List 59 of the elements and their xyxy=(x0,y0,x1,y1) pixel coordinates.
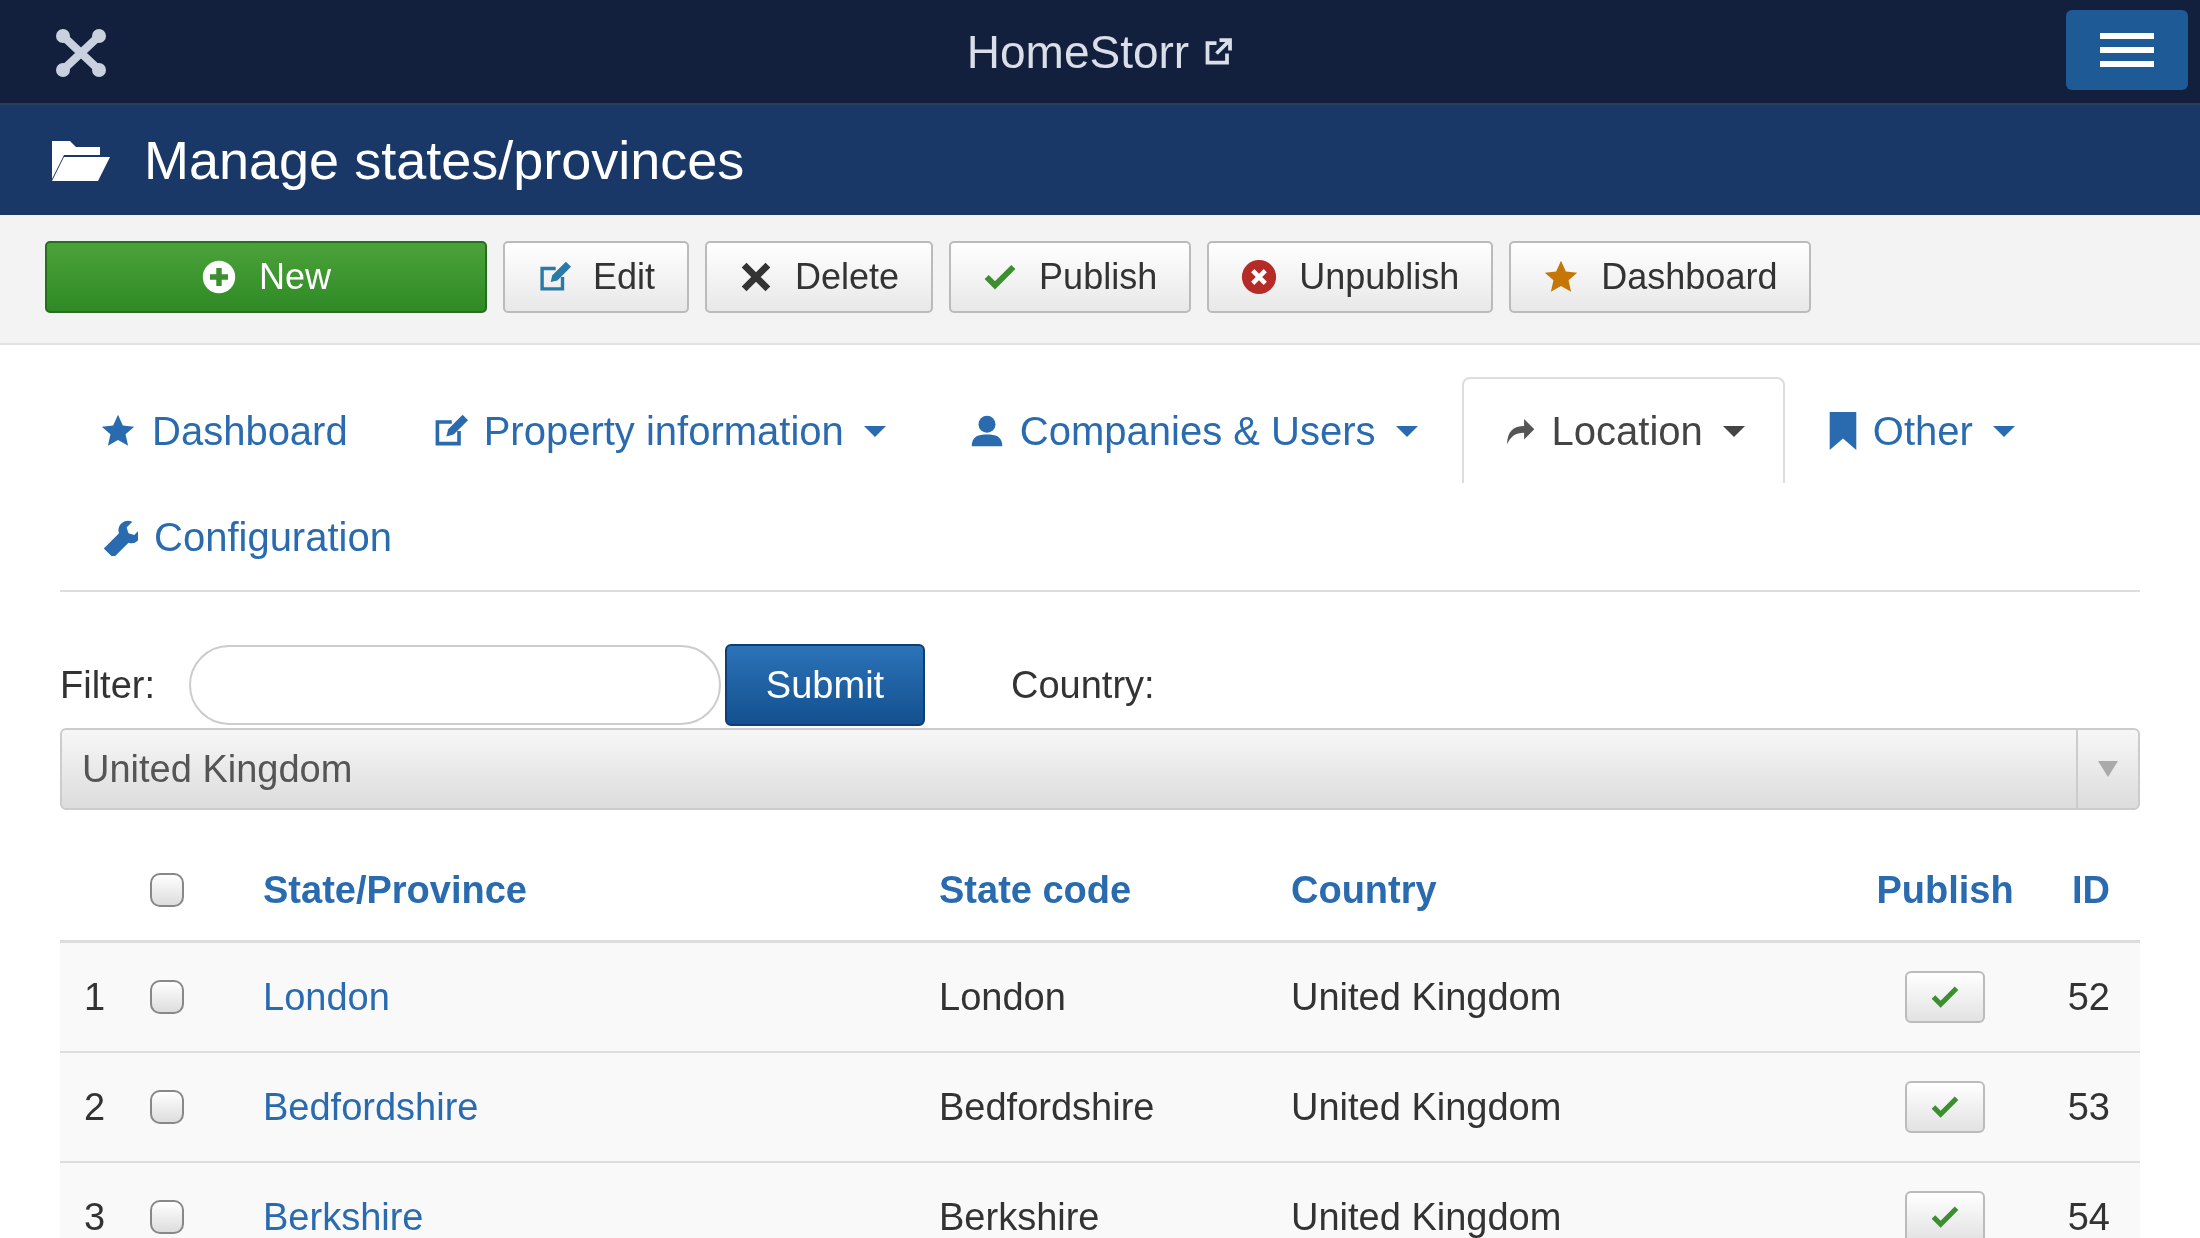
country-label: Country: xyxy=(1011,663,1155,707)
row-number: 2 xyxy=(83,1085,107,1129)
table-cell-text: 54 xyxy=(2066,1195,2111,1238)
state-link[interactable]: Berkshire xyxy=(263,1195,939,1238)
publish-toggle[interactable] xyxy=(1905,971,1985,1023)
bookmark-icon xyxy=(1828,412,1857,450)
table-cell-text: 53 xyxy=(2066,1085,2111,1129)
menu-icon xyxy=(2100,32,2154,68)
menu-button[interactable] xyxy=(2066,10,2188,90)
new-button[interactable]: New xyxy=(45,241,487,313)
nav-tab[interactable]: Property information xyxy=(391,377,926,483)
check-icon xyxy=(983,262,1018,292)
publish-toggle[interactable] xyxy=(1905,1191,1985,1238)
row-checkbox[interactable] xyxy=(150,980,184,1014)
unpublish-button[interactable]: Unpublish xyxy=(1207,241,1494,313)
site-link[interactable]: HomeStorr xyxy=(966,24,1234,79)
filter-label: Filter: xyxy=(60,663,155,707)
publish-toggle[interactable] xyxy=(1905,1081,1985,1133)
table-cell-text: Berkshire xyxy=(939,1195,1101,1238)
nav-tab[interactable]: Companies & Users xyxy=(929,377,1458,483)
state-link[interactable]: Bedfordshire xyxy=(263,1085,939,1129)
table-cell-text: United Kingdom xyxy=(1291,975,1563,1019)
logo-icon[interactable] xyxy=(55,28,107,78)
edit-icon xyxy=(537,260,571,294)
table-cell-text: Bedfordshire xyxy=(939,1085,1156,1129)
check-icon xyxy=(1930,984,1960,1010)
nav-tab[interactable]: Other xyxy=(1788,377,2055,483)
table-cell-text: 52 xyxy=(2066,975,2111,1019)
external-link-icon xyxy=(1203,36,1234,67)
nav-tab[interactable]: Configuration xyxy=(60,483,432,589)
state-link[interactable]: London xyxy=(263,975,939,1019)
table-cell-text: United Kingdom xyxy=(1291,1195,1563,1238)
check-icon xyxy=(1930,1094,1960,1120)
nav-tab[interactable]: Location xyxy=(1461,377,1785,483)
country-dropdown[interactable]: United Kingdom xyxy=(60,728,2140,810)
delete-button[interactable]: Delete xyxy=(705,241,934,313)
column-header[interactable]: Publish xyxy=(1860,868,2030,912)
nav-tab[interactable]: Dashboard xyxy=(60,377,388,483)
person-icon xyxy=(969,414,1004,448)
row-number: 1 xyxy=(83,975,107,1019)
column-header[interactable]: ID xyxy=(2030,868,2140,912)
row-checkbox[interactable] xyxy=(150,1200,184,1234)
column-header[interactable]: Country xyxy=(1291,868,1860,912)
dropdown-arrow-icon xyxy=(2098,761,2118,777)
column-header[interactable]: State/Province xyxy=(263,868,939,912)
publish-button[interactable]: Publish xyxy=(949,241,1192,313)
row-checkbox[interactable] xyxy=(150,1090,184,1124)
plus-circle-icon xyxy=(201,259,237,295)
select-all-checkbox[interactable] xyxy=(150,873,184,907)
check-icon xyxy=(1930,1204,1960,1230)
row-number: 3 xyxy=(83,1195,107,1238)
column-header[interactable]: State code xyxy=(939,868,1291,912)
table-cell-text: London xyxy=(939,975,1067,1019)
edit-button[interactable]: Edit xyxy=(503,241,690,313)
dashboard-button[interactable]: Dashboard xyxy=(1509,241,1812,313)
x-circle-icon xyxy=(1241,259,1278,295)
table-cell-text: United Kingdom xyxy=(1291,1085,1563,1129)
submit-button[interactable]: Submit xyxy=(725,644,925,726)
page-title: Manage states/provinces xyxy=(144,129,745,191)
